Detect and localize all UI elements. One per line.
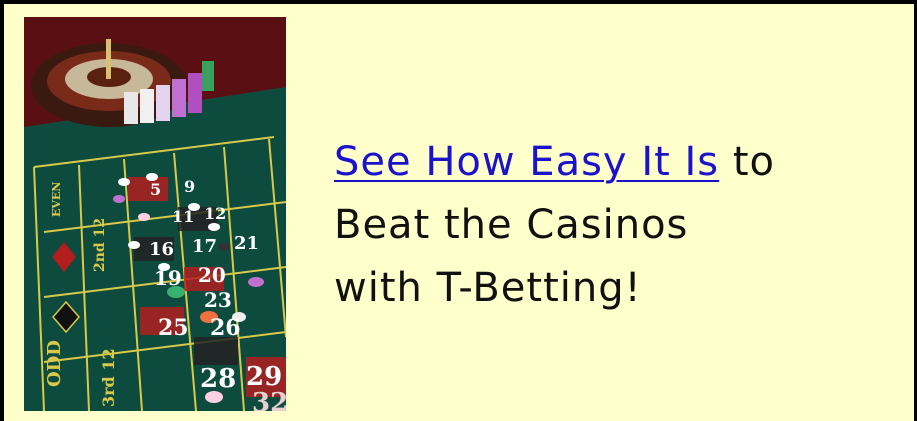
number-label: 25	[158, 315, 189, 341]
roulette-table-image[interactable]: 5 9 11 12 16 17 21 19 20 23 25 26 28 29 …	[24, 17, 286, 411]
second-dozen-label: 2nd 12	[92, 218, 108, 272]
number-label: 21	[234, 233, 259, 254]
number-label: 5	[150, 180, 161, 199]
number-label: 32	[252, 388, 286, 411]
headline-to: to	[719, 139, 776, 185]
number-label: 16	[149, 239, 174, 260]
number-label: 26	[210, 315, 241, 341]
headline-line-3: with T-Betting!	[334, 265, 642, 311]
ad-banner[interactable]: 5 9 11 12 16 17 21 19 20 23 25 26 28 29 …	[0, 0, 917, 421]
see-how-easy-link[interactable]: See How Easy It Is	[334, 139, 719, 185]
number-label: 19	[154, 266, 182, 290]
headline-line-2: Beat the Casinos	[334, 202, 689, 248]
number-label: 9	[184, 177, 195, 196]
number-label: 11	[172, 207, 194, 226]
ad-headline: See How Easy It Is to Beat the Casinos w…	[334, 131, 909, 320]
odd-label: ODD	[44, 340, 65, 387]
number-label: 12	[204, 204, 226, 223]
number-label: 23	[204, 288, 232, 312]
headline-line-1: See How Easy It Is to	[334, 131, 909, 194]
even-label: EVEN	[50, 182, 63, 217]
number-label: 17	[192, 236, 217, 257]
number-label: 28	[200, 364, 236, 394]
third-dozen-label: 3rd 12	[99, 348, 118, 407]
roulette-table-illustration: 5 9 11 12 16 17 21 19 20 23 25 26 28 29 …	[24, 17, 286, 411]
number-label: 20	[198, 263, 226, 287]
